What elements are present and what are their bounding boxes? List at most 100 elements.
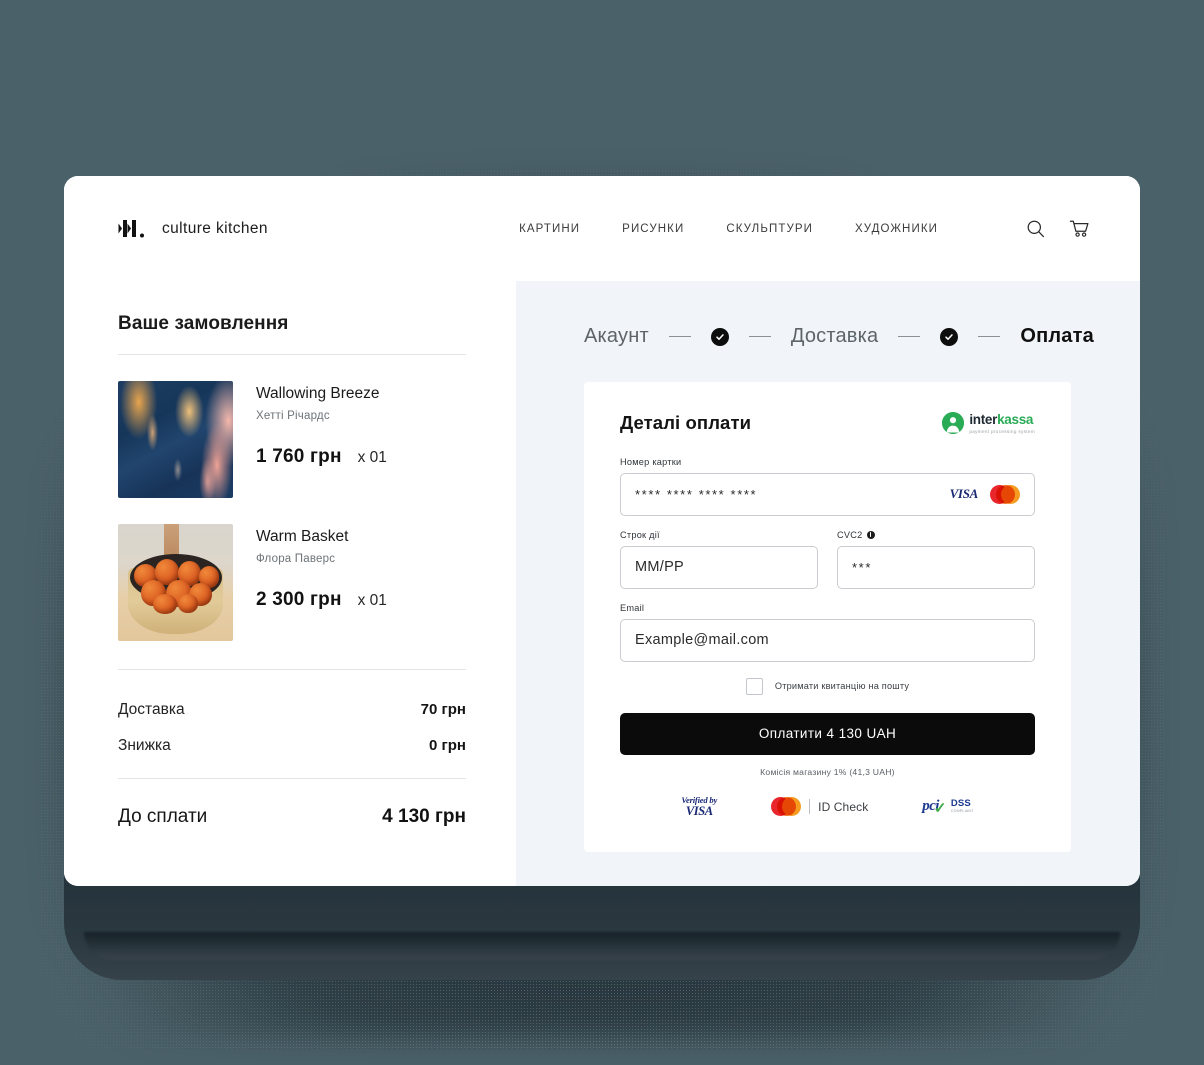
order-item-price: 1 760 грн [256,446,342,467]
nav-item-skulptury[interactable]: СКУЛЬПТУРИ [726,223,813,235]
card-number-input[interactable]: **** **** **** **** VISA [620,472,1035,516]
info-icon[interactable] [866,530,875,539]
step-connector [978,335,1001,338]
artwork-thumbnail[interactable] [118,524,233,641]
order-item-info: Warm Basket Флора Паверс 2 300 грн x 01 [256,524,387,641]
interkassa-tagline: payment processing system [969,429,1035,434]
step-connector [898,335,921,338]
total-label: Знижка [118,737,171,754]
pay-button[interactable]: Оплатити 4 130 UAH [620,712,1035,755]
order-item-quantity: x 01 [357,449,387,466]
order-item[interactable]: Wallowing Breeze Хетті Річардс 1 760 грн… [118,355,466,498]
nav-item-rysunky[interactable]: РИСУНКИ [622,223,684,235]
order-item-author: Хетті Річардс [256,410,330,422]
id-check-label: ID Check [818,799,869,814]
pci-check-icon: ✓ [933,801,947,818]
order-item-price: 2 300 грн [256,589,342,610]
receipt-checkbox-label: Отримати квитанцію на пошту [774,681,910,692]
step-delivery-complete-icon [940,327,959,346]
total-row-delivery: Доставка 70 грн [118,692,466,728]
cvc-input[interactable]: *** [837,545,1035,589]
mastercard-id-check-badge: ID Check [771,797,869,817]
card-number-label: Номер картки [620,456,682,467]
total-row-discount: Знижка 0 грн [118,728,466,764]
checkout-pane: Акаунт Доставка Оплата Деталі оплати int… [516,281,1140,886]
page-content: Ваше замовлення Wallowing Breeze Хетті Р… [64,281,1140,886]
cvc-label: CVC2 [837,529,863,540]
card-number-value: **** **** **** **** [635,486,758,502]
main-navigation: КАРТИНИ РИСУНКИ СКУЛЬПТУРИ ХУДОЖНИКИ [519,218,1090,240]
pci-word: pci ✓ [922,798,946,818]
order-item-name: Warm Basket [256,528,349,545]
payment-details-card: Деталі оплати interkassa payment process… [584,382,1071,852]
interkassa-name-part1: inter [969,412,998,427]
device-base-lip [84,932,1120,960]
pci-dss-label: DSS [950,798,971,810]
brand-logo[interactable]: culture kitchen [118,219,268,238]
expiry-value: ММ/РР [635,559,685,576]
order-item-price-row: 1 760 грн x 01 [256,446,387,468]
step-account[interactable]: Акаунт [584,325,649,348]
cvc-label-wrap: CVC2 [837,530,1035,540]
checkout-stepper: Акаунт Доставка Оплата [584,311,1104,348]
verified-by-visa-line2: VISA [685,803,713,818]
search-icon[interactable] [1024,218,1046,240]
header-icons [1024,218,1090,240]
scene: culture kitchen КАРТИНИ РИСУНКИ СКУЛЬПТУ… [0,0,1204,1065]
expiry-input[interactable]: ММ/РР [620,545,818,589]
order-item-price-row: 2 300 грн x 01 [256,589,387,611]
email-field-group: Email Example@mail.com [620,603,1035,662]
step-delivery[interactable]: Доставка [791,325,879,348]
total-label: Доставка [118,701,185,718]
site-header: culture kitchen КАРТИНИ РИСУНКИ СКУЛЬПТУ… [64,176,1140,281]
order-summary-pane: Ваше замовлення Wallowing Breeze Хетті Р… [64,281,516,886]
expiry-label: Строк дії [620,529,660,540]
culture-kitchen-logo-icon [118,219,152,238]
verified-by-visa-icon: Verified by VISA [681,795,717,818]
visa-icon: VISA [949,486,979,502]
order-item-info: Wallowing Breeze Хетті Річардс 1 760 грн… [256,381,387,498]
order-item-author: Флора Паверс [256,553,336,565]
interkassa-person-icon [942,412,965,435]
browser-screen: culture kitchen КАРТИНИ РИСУНКИ СКУЛЬПТУ… [64,176,1140,886]
brand-name: culture kitchen [162,219,268,237]
cart-icon[interactable] [1068,218,1090,240]
step-connector [668,335,691,338]
order-items-list: Wallowing Breeze Хетті Річардс 1 760 грн… [118,355,466,641]
pci-compliant-label: COMPLIANT [950,809,974,814]
total-value: 70 грн [420,701,466,718]
email-input[interactable]: Example@mail.com [620,618,1035,662]
security-badges: Verified by VISA ID Check pci ✓ DSS COMP… [620,795,1035,818]
receipt-checkbox[interactable] [745,677,763,695]
grand-total-row: До сплати 4 130 грн [118,779,466,828]
expiry-cvc-row: Строк дії ММ/РР CVC2 *** [620,530,1035,589]
interkassa-name-part2: kassa [997,412,1034,427]
cvc-value: *** [852,559,872,575]
grand-total-label: До сплати [118,806,208,827]
nav-item-kartyny[interactable]: КАРТИНИ [519,223,580,235]
receipt-checkbox-row: Отримати квитанцію на пошту [620,677,1035,695]
mastercard-icon [990,484,1020,504]
cvc-field-group: CVC2 *** [837,530,1035,589]
total-value: 0 грн [429,737,466,754]
order-item-name: Wallowing Breeze [256,385,380,402]
card-number-field-group: Номер картки **** **** **** **** VISA [620,457,1035,516]
artwork-thumbnail[interactable] [118,381,233,498]
commission-note: Комісія магазину 1% (41,3 UAH) [760,766,895,777]
order-summary-title: Ваше замовлення [118,313,289,334]
interkassa-wordmark: interkassa payment processing system [969,412,1035,435]
badge-divider [809,799,811,815]
order-item[interactable]: Warm Basket Флора Паверс 2 300 грн x 01 [118,498,466,641]
step-account-complete-icon [710,327,729,346]
step-connector [748,335,771,338]
mastercard-icon [771,797,802,817]
order-totals: Доставка 70 грн Знижка 0 грн До сплати 4… [118,670,466,828]
interkassa-logo: interkassa payment processing system [942,412,1035,435]
order-item-quantity: x 01 [357,592,387,609]
email-label: Email [620,602,645,613]
expiry-field-group: Строк дії ММ/РР [620,530,818,589]
email-value: Example@mail.com [635,632,769,649]
nav-item-khudozhnyky[interactable]: ХУДОЖНИКИ [855,223,938,235]
pci-dss-text: DSS COMPLIANT [951,799,974,814]
step-payment[interactable]: Оплата [1020,325,1094,348]
